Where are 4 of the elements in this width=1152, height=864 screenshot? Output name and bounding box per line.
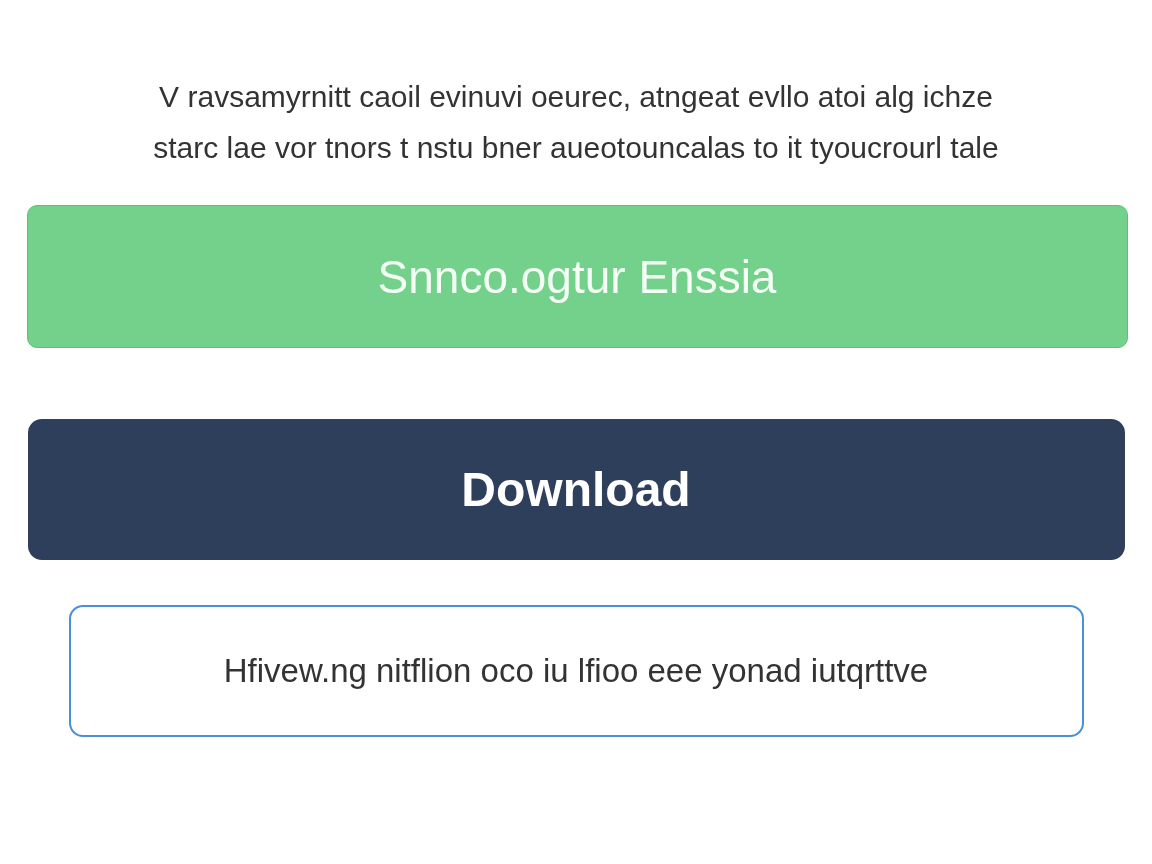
secondary-button[interactable]: Hfivew.ng nitflion oco iu lfioo eee yonad iutqrttve bbox=[68, 605, 1084, 737]
download-button[interactable]: Download bbox=[27, 419, 1125, 560]
intro-text: V ravsamyrnitt caoil evinuvi oeurec, atngeat evllo atoi alg ichze bbox=[159, 79, 993, 115]
intro-text: starc lae vor tnors t nstu bner aueotouncalas to it tyoucrourl tale bbox=[153, 130, 999, 166]
